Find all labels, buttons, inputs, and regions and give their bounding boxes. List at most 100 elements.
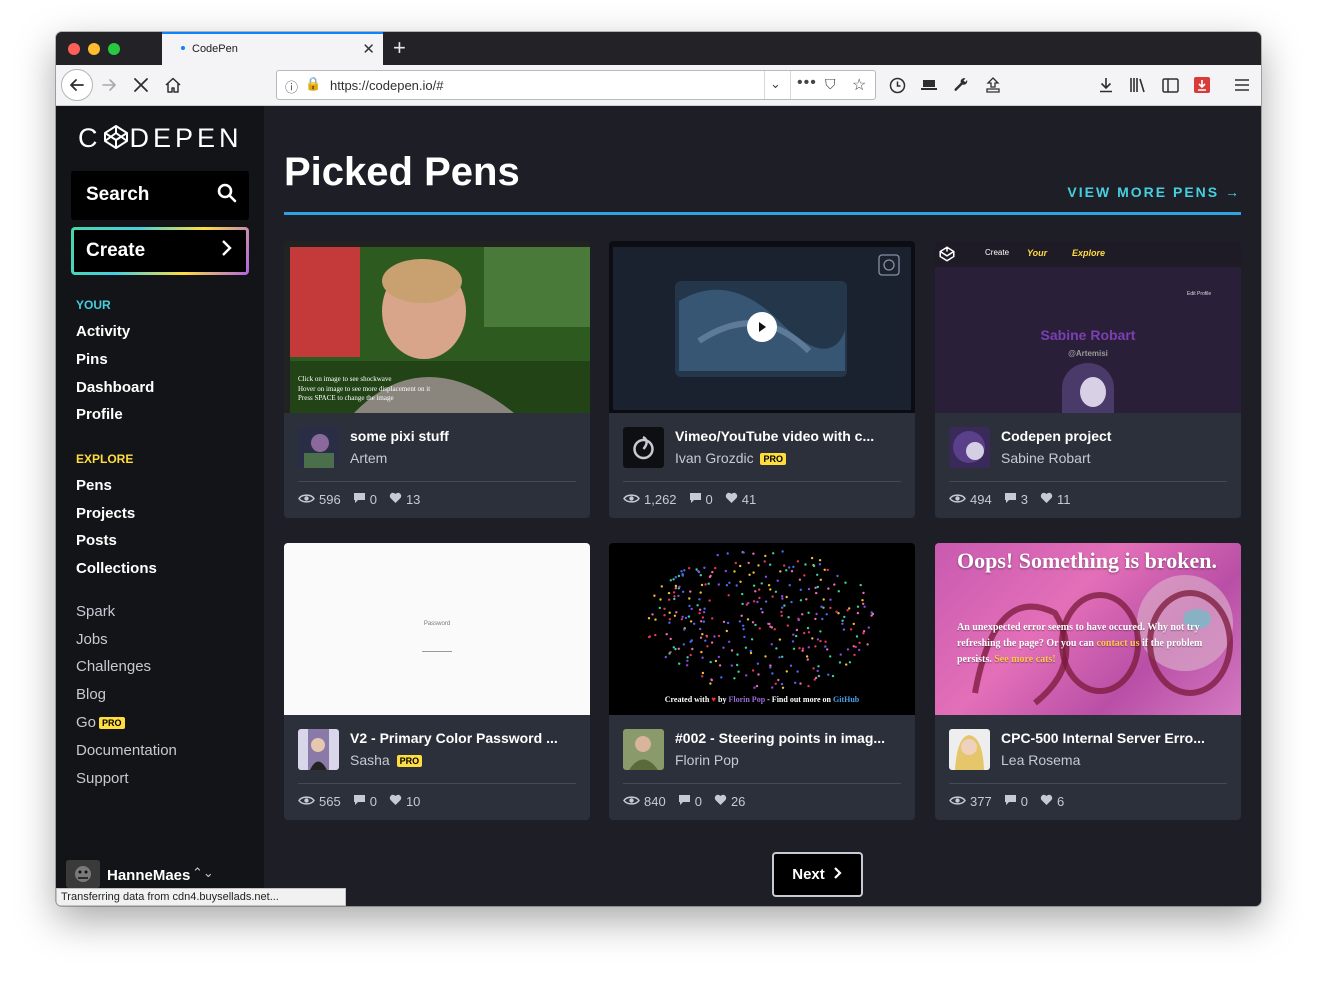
thumb-edit-profile: Edit Profile xyxy=(1187,291,1212,297)
pen-author-row: Sasha PRO xyxy=(350,752,423,768)
comment-icon[interactable] xyxy=(678,794,691,809)
credit-link: GitHub xyxy=(833,695,860,704)
pen-stats: 840 0 26 xyxy=(623,794,745,809)
sidebar-item-spark[interactable]: Spark xyxy=(76,603,115,620)
author-avatar[interactable] xyxy=(949,427,990,468)
pen-title[interactable]: Codepen project xyxy=(1001,428,1231,444)
pen-author[interactable]: Sasha xyxy=(350,752,390,768)
sidebar-item-blog[interactable]: Blog xyxy=(76,686,106,703)
menu-button[interactable] xyxy=(1230,73,1254,97)
downloads-button[interactable] xyxy=(1094,73,1118,97)
comment-icon[interactable] xyxy=(689,492,702,507)
pen-title[interactable]: #002 - Steering points in imag... xyxy=(675,730,905,746)
new-tab-icon[interactable]: + xyxy=(393,35,406,61)
comment-icon[interactable] xyxy=(353,794,366,809)
heart-icon[interactable] xyxy=(389,492,402,507)
sidebar-item-challenges[interactable]: Challenges xyxy=(76,658,151,675)
pen-author[interactable]: Florin Pop xyxy=(675,752,739,768)
sidebar-item-pins[interactable]: Pins xyxy=(76,351,108,368)
author-avatar[interactable] xyxy=(298,729,339,770)
pen-author[interactable]: Sabine Robart xyxy=(1001,450,1091,466)
pen-card[interactable]: Password V2 - Primary Color Password ...… xyxy=(284,543,590,820)
url-text[interactable]: https://codepen.io/# xyxy=(330,78,443,93)
view-more-pens-link[interactable]: VIEW MORE PENS → xyxy=(1067,184,1241,200)
home-button[interactable] xyxy=(161,73,185,97)
sidebar-item-posts[interactable]: Posts xyxy=(76,532,117,549)
url-bar[interactable]: ⓘ 🔒 https://codepen.io/# ⌄ ••• ⛉ ☆ xyxy=(276,70,876,100)
author-avatar[interactable] xyxy=(298,427,339,468)
sidebar-item-profile[interactable]: Profile xyxy=(76,406,123,423)
comment-icon[interactable] xyxy=(353,492,366,507)
stop-button[interactable] xyxy=(129,73,153,97)
comment-icon[interactable] xyxy=(1004,492,1017,507)
pen-author[interactable]: Artem xyxy=(350,450,387,466)
avatar xyxy=(66,860,100,888)
credit-text: - Find out more on xyxy=(767,695,831,704)
forward-button[interactable] xyxy=(97,73,121,97)
tab-title: CodePen xyxy=(192,43,238,55)
heart-icon[interactable] xyxy=(1040,492,1053,507)
user-menu[interactable]: HanneMaes ⌃⌄ xyxy=(66,858,256,888)
pen-card[interactable]: Click on image to see shockwave Hover on… xyxy=(284,241,590,518)
maximize-window-icon[interactable] xyxy=(108,43,120,55)
author-avatar[interactable] xyxy=(623,427,664,468)
sidebar-item-go-pro[interactable]: Go PRO xyxy=(76,714,125,731)
heart-icon[interactable] xyxy=(1040,794,1053,809)
pen-preview[interactable]: Click on image to see shockwave Hover on… xyxy=(284,241,590,413)
sidebar-item-pens[interactable]: Pens xyxy=(76,477,112,494)
history-button[interactable] xyxy=(885,73,909,97)
pen-preview[interactable]: Password xyxy=(284,543,590,715)
sidebar-toggle-button[interactable] xyxy=(1158,73,1182,97)
comment-icon[interactable] xyxy=(1004,794,1017,809)
explore-section-label: EXPLORE xyxy=(76,452,134,466)
author-avatar[interactable] xyxy=(623,729,664,770)
author-avatar[interactable] xyxy=(949,729,990,770)
pen-title[interactable]: V2 - Primary Color Password ... xyxy=(350,730,580,746)
pen-card[interactable]: Created with ♥ by Florin Pop - Find out … xyxy=(609,543,915,820)
info-icon[interactable]: ⓘ xyxy=(285,77,298,96)
pen-preview[interactable]: Create Your Explore Edit Profile Sabine … xyxy=(935,241,1241,413)
bookmark-star-icon[interactable]: ☆ xyxy=(852,75,866,95)
view-more-label: VIEW MORE PENS xyxy=(1067,184,1220,200)
screenshot-button[interactable] xyxy=(981,73,1005,97)
pen-preview[interactable] xyxy=(609,241,915,413)
search-button[interactable]: Search xyxy=(71,171,249,220)
pen-preview[interactable]: Oops! Something is broken. An unexpected… xyxy=(935,543,1241,715)
pen-preview[interactable]: Created with ♥ by Florin Pop - Find out … xyxy=(609,543,915,715)
heart-icon[interactable] xyxy=(714,794,727,809)
library-button[interactable] xyxy=(1126,73,1150,97)
pocket-icon[interactable]: ⛉ xyxy=(825,76,836,93)
pen-title[interactable]: CPC-500 Internal Server Erro... xyxy=(1001,730,1231,746)
tab-codepen[interactable]: CodePen ✕ xyxy=(162,32,383,65)
synced-tabs-button[interactable] xyxy=(917,73,941,97)
pen-card[interactable]: Oops! Something is broken. An unexpected… xyxy=(935,543,1241,820)
pen-card[interactable]: Vimeo/YouTube video with c... Ivan Grozd… xyxy=(609,241,915,518)
back-button[interactable] xyxy=(61,69,93,101)
url-history-chevron-icon[interactable]: ⌄ xyxy=(770,76,781,92)
sidebar-item-activity[interactable]: Activity xyxy=(76,323,130,340)
heart-icon[interactable] xyxy=(725,492,738,507)
pen-title[interactable]: some pixi stuff xyxy=(350,428,580,444)
pen-card[interactable]: Create Your Explore Edit Profile Sabine … xyxy=(935,241,1241,518)
sidebar-item-support[interactable]: Support xyxy=(76,770,129,787)
sidebar-item-collections[interactable]: Collections xyxy=(76,560,157,577)
extension-button[interactable] xyxy=(1190,73,1214,97)
create-button[interactable]: Create xyxy=(71,227,249,275)
sidebar-item-projects[interactable]: Projects xyxy=(76,505,135,522)
developer-tools-button[interactable] xyxy=(949,73,973,97)
page-actions-more-icon[interactable]: ••• xyxy=(797,74,817,92)
close-window-icon[interactable] xyxy=(68,43,80,55)
codepen-logo[interactable]: C DEPEN xyxy=(78,123,243,154)
tab-close-icon[interactable]: ✕ xyxy=(362,40,375,58)
pen-author[interactable]: Ivan Grozdic xyxy=(675,450,754,466)
sidebar-item-dashboard[interactable]: Dashboard xyxy=(76,379,154,396)
pen-title[interactable]: Vimeo/YouTube video with c... xyxy=(675,428,905,444)
sidebar-item-documentation[interactable]: Documentation xyxy=(76,742,177,759)
thumb-error-heading: Oops! Something is broken. xyxy=(957,548,1217,573)
heart-icon[interactable] xyxy=(389,794,402,809)
next-page-button[interactable]: Next xyxy=(772,852,863,897)
minimize-window-icon[interactable] xyxy=(88,43,100,55)
insecure-lock-icon[interactable]: 🔒 xyxy=(305,76,321,92)
sidebar-item-jobs[interactable]: Jobs xyxy=(76,631,108,648)
pen-author[interactable]: Lea Rosema xyxy=(1001,752,1080,768)
